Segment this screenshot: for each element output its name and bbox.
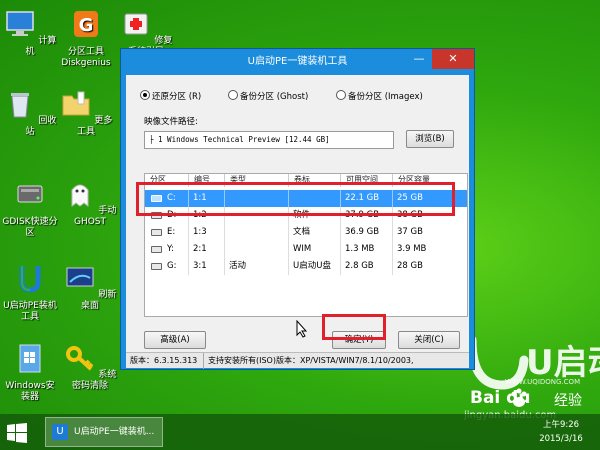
desktop-icon-uqidong[interactable]: U启动PE装机 工具 [0,262,60,323]
minimize-button[interactable]: — [408,49,430,69]
close-window-button[interactable]: ✕ [432,49,474,69]
radio-label: 备份分区 (Ghost) [240,92,309,102]
radio-backup-ghost[interactable]: 备份分区 (Ghost) [228,90,308,104]
desktop-icon-computer[interactable]: 计算机 [0,8,60,58]
version-text: 版本：6.3.15.313 [126,353,204,369]
desktop-icon-more-tools[interactable]: 更多工具 [56,88,116,138]
disk-icon [151,263,162,270]
windows-installer-icon [19,344,41,373]
browse-button[interactable]: 浏览(B) [406,130,454,148]
diskgenius-icon: G [74,11,98,37]
radio-restore-partition[interactable]: 还原分区 (R) [140,90,201,104]
table-row[interactable]: E: 1:3 文档 36.9 GB 37 GB [145,224,467,241]
desktop-icon-label: Windows安 装器 [5,381,55,402]
desktop-icon-gdisk[interactable]: GDISK快速分 区 [0,178,60,239]
clock-time: 上午9:26 [542,420,580,430]
uqidong-icon: U [52,424,68,440]
recycle-bin-icon [10,93,29,118]
cell-number: 1:3 [189,224,225,241]
cell-partition: G: [163,258,189,275]
watermark-url: WWW.UQIDONG.COM [505,378,581,386]
status-bar: 版本：6.3.15.313 支持安装所有(ISO)版本：XP/VISTA/WIN… [126,352,469,369]
system-clock[interactable]: 上午9:26 2015/3/16 [525,418,597,446]
highlight-selected-partition [136,182,455,216]
desktop: U启动 WWW.UQIDONG.COM 计算机 G 分区工具 Diskgeniu… [0,0,600,450]
cell-free: 36.9 GB [341,224,393,241]
desktop-icon-label: U启动PE装机 工具 [3,301,57,322]
cell-free: 2.8 GB [341,258,393,275]
cell-type [225,241,289,258]
cell-number: 2:1 [189,241,225,258]
baidu-paw-icon [511,388,527,407]
watermark-logo-text: U启动 [526,343,600,383]
cell-label: 文档 [289,224,341,241]
cell-free: 1.3 MB [341,241,393,258]
desktop-icon-diskgenius[interactable]: G 分区工具 Diskgenius [56,8,116,69]
uqidong-icon [19,266,41,293]
computer-icon [5,11,34,36]
ghost-icon [71,184,89,207]
taskbar-item-label: U启动PE一键装机... [74,427,155,437]
radio-backup-imagex[interactable]: 备份分区 (Imagex) [336,90,423,104]
radio-label: 备份分区 (Imagex) [348,92,423,102]
mouse-cursor-icon [296,320,308,338]
desktop-icon-label: 分区工具 Diskgenius [61,47,111,68]
baidu-jingyan-text: 经验 [554,393,582,409]
desktop-icon-refresh[interactable]: 刷新桌面 [60,262,120,312]
cell-label: WIM [289,241,341,258]
cell-size: 3.9 MB [397,244,427,254]
desktop-icon-recycle-bin[interactable]: 回收站 [0,88,60,138]
cell-partition: E: [163,224,189,241]
image-path-field[interactable]: ├ 1 Windows Technical Preview [12.44 GB] [144,131,394,149]
cell-type: 活动 [225,258,289,275]
radio-indicator [228,90,238,100]
cell-partition: Y: [163,241,189,258]
radio-label: 还原分区 (R) [152,92,202,102]
cell-number: 3:1 [189,258,225,275]
desktop-icon-ghost[interactable]: 手动GHOST [60,178,120,228]
cell-size: 37 GB [397,227,423,237]
repair-boot-icon [124,13,148,35]
table-row[interactable]: G: 3:1 活动 U启动U盘 2.8 GB 28 GB [145,258,467,275]
desktop-icon-label: GDISK快速分 区 [2,217,58,238]
advanced-button[interactable]: 高级(A) [144,331,206,349]
windows-start-icon[interactable] [6,422,28,444]
key-icon [65,346,93,371]
support-text: 支持安装所有(ISO)版本：XP/VISTA/WIN7/8.1/10/2003, [208,356,414,365]
refresh-desktop-icon [66,267,94,287]
svg-text:G: G [79,15,94,36]
cell-label: U启动U盘 [289,258,341,275]
table-row[interactable]: Y: 2:1 WIM 1.3 MB 3.9 MB [145,241,467,258]
close-button[interactable]: 关闭(C) [398,331,460,349]
clock-date: 2015/3/16 [539,434,583,444]
highlight-confirm-button [322,314,386,340]
gdisk-icon [17,185,43,203]
taskbar: U U启动PE一键装机... 上午9:26 2015/3/16 [0,414,600,450]
desktop-icon-windows-installer[interactable]: Windows安 装器 [0,342,60,403]
radio-indicator [140,90,150,100]
desktop-icon-password-clear[interactable]: 系统密码清除 [60,342,120,392]
folder-icon [62,91,90,116]
cell-size: 28 GB [397,261,423,271]
disk-icon [151,229,162,236]
radio-indicator [336,90,346,100]
image-path-label: 映像文件路径: [144,117,198,127]
disk-icon [151,246,162,253]
taskbar-item-installer[interactable]: U U启动PE一键装机... [45,417,163,447]
cell-type [225,224,289,241]
